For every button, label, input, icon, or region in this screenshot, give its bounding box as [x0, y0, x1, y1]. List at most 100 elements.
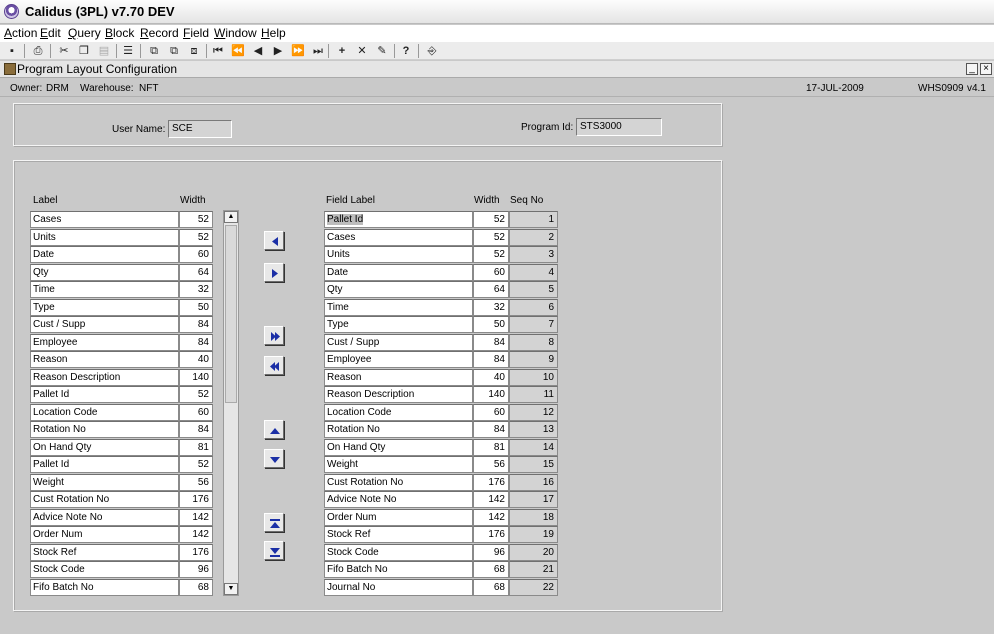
- move-right-button[interactable]: [264, 263, 284, 282]
- available-label-cell[interactable]: Advice Note No: [30, 508, 179, 526]
- selected-width-cell[interactable]: 50: [473, 316, 509, 333]
- save-icon[interactable]: ▪: [4, 43, 20, 59]
- available-width-cell[interactable]: 60: [179, 246, 213, 263]
- previous-block-icon[interactable]: ⏪: [230, 43, 246, 59]
- available-width-cell[interactable]: 68: [179, 578, 213, 596]
- selected-width-cell[interactable]: 142: [473, 508, 509, 526]
- selected-width-cell[interactable]: 32: [473, 298, 509, 316]
- selected-label-cell[interactable]: Units: [324, 246, 473, 263]
- insert-record-icon[interactable]: +: [334, 43, 350, 59]
- available-width-cell[interactable]: 60: [179, 403, 213, 421]
- available-label-cell[interactable]: Reason Description: [30, 368, 179, 386]
- menu-edit[interactable]: Edit: [40, 26, 61, 40]
- first-record-icon[interactable]: ⏮: [210, 43, 226, 59]
- selected-label-cell[interactable]: Journal No: [324, 578, 473, 596]
- selected-label-cell[interactable]: Weight: [324, 456, 473, 473]
- available-label-cell[interactable]: Cust Rotation No: [30, 491, 179, 508]
- cut-icon[interactable]: ✂: [56, 43, 72, 59]
- selected-width-cell[interactable]: 84: [473, 333, 509, 351]
- selected-label-cell[interactable]: Type: [324, 316, 473, 333]
- menu-block[interactable]: Block: [105, 26, 134, 40]
- selected-label-cell[interactable]: Rotation No: [324, 421, 473, 438]
- selected-width-cell[interactable]: 84: [473, 421, 509, 438]
- selected-width-cell[interactable]: 56: [473, 456, 509, 473]
- selected-width-cell[interactable]: 60: [473, 403, 509, 421]
- last-record-icon[interactable]: ⏭: [310, 43, 326, 59]
- available-label-cell[interactable]: On Hand Qty: [30, 438, 179, 456]
- copy-icon[interactable]: ❐: [76, 43, 92, 59]
- help-icon[interactable]: ?: [398, 43, 414, 59]
- selected-width-cell[interactable]: 140: [473, 386, 509, 403]
- available-width-cell[interactable]: 84: [179, 316, 213, 333]
- selected-width-cell[interactable]: 142: [473, 491, 509, 508]
- available-width-cell[interactable]: 140: [179, 368, 213, 386]
- available-label-cell[interactable]: Location Code: [30, 403, 179, 421]
- move-bottom-button[interactable]: [264, 541, 284, 560]
- execute-query-icon[interactable]: ⧉: [166, 43, 182, 59]
- next-record-icon[interactable]: ▶: [270, 43, 286, 59]
- selected-label-cell[interactable]: Pallet Id: [324, 211, 473, 228]
- scroll-down-button[interactable]: ▼: [224, 583, 238, 595]
- selected-label-cell[interactable]: Order Num: [324, 508, 473, 526]
- available-width-cell[interactable]: 52: [179, 228, 213, 246]
- cancel-query-icon[interactable]: ⧈: [186, 43, 202, 59]
- available-width-cell[interactable]: 32: [179, 281, 213, 298]
- available-label-cell[interactable]: Date: [30, 246, 179, 263]
- selected-width-cell[interactable]: 176: [473, 473, 509, 491]
- selected-label-cell[interactable]: Stock Code: [324, 543, 473, 561]
- menu-help[interactable]: Help: [261, 26, 286, 40]
- selected-label-cell[interactable]: Cust Rotation No: [324, 473, 473, 491]
- available-width-cell[interactable]: 96: [179, 561, 213, 578]
- enter-query-icon[interactable]: ⧉: [146, 43, 162, 59]
- menu-action[interactable]: Action: [4, 26, 37, 40]
- print-icon[interactable]: ⎙: [30, 43, 46, 59]
- selected-label-cell[interactable]: Employee: [324, 351, 473, 368]
- available-label-cell[interactable]: Weight: [30, 473, 179, 491]
- available-label-cell[interactable]: Type: [30, 298, 179, 316]
- selected-width-cell[interactable]: 96: [473, 543, 509, 561]
- available-width-cell[interactable]: 176: [179, 543, 213, 561]
- available-width-cell[interactable]: 56: [179, 473, 213, 491]
- exit-icon[interactable]: ⎆: [424, 43, 440, 59]
- delete-record-icon[interactable]: ✕: [354, 43, 370, 59]
- clear-record-icon[interactable]: ✎: [374, 43, 390, 59]
- move-down-button[interactable]: [264, 449, 284, 468]
- selected-width-cell[interactable]: 64: [473, 281, 509, 298]
- available-label-cell[interactable]: Cust / Supp: [30, 316, 179, 333]
- selected-width-cell[interactable]: 81: [473, 438, 509, 456]
- menu-record[interactable]: Record: [140, 26, 179, 40]
- user-name-field[interactable]: SCE: [168, 120, 232, 138]
- available-label-cell[interactable]: Cases: [30, 211, 179, 228]
- list-icon[interactable]: ☰: [120, 43, 136, 59]
- available-label-cell[interactable]: Units: [30, 228, 179, 246]
- available-width-cell[interactable]: 52: [179, 456, 213, 473]
- move-left-button[interactable]: [264, 231, 284, 250]
- available-label-cell[interactable]: Time: [30, 281, 179, 298]
- selected-width-cell[interactable]: 68: [473, 578, 509, 596]
- available-width-cell[interactable]: 50: [179, 298, 213, 316]
- available-label-cell[interactable]: Qty: [30, 263, 179, 281]
- selected-label-cell[interactable]: Reason: [324, 368, 473, 386]
- previous-record-icon[interactable]: ◀: [250, 43, 266, 59]
- paste-icon[interactable]: ▤: [96, 43, 112, 59]
- scroll-up-button[interactable]: ▲: [224, 211, 238, 223]
- available-label-cell[interactable]: Rotation No: [30, 421, 179, 438]
- available-width-cell[interactable]: 84: [179, 333, 213, 351]
- selected-width-cell[interactable]: 68: [473, 561, 509, 578]
- selected-label-cell[interactable]: Location Code: [324, 403, 473, 421]
- available-label-cell[interactable]: Reason: [30, 351, 179, 368]
- scroll-thumb[interactable]: [225, 225, 237, 403]
- next-block-icon[interactable]: ⏩: [290, 43, 306, 59]
- available-label-cell[interactable]: Pallet Id: [30, 456, 179, 473]
- available-width-cell[interactable]: 142: [179, 526, 213, 543]
- available-width-cell[interactable]: 84: [179, 421, 213, 438]
- selected-label-cell[interactable]: Stock Ref: [324, 526, 473, 543]
- available-scrollbar[interactable]: ▲ ▼: [223, 210, 239, 596]
- selected-width-cell[interactable]: 52: [473, 246, 509, 263]
- available-width-cell[interactable]: 40: [179, 351, 213, 368]
- selected-label-cell[interactable]: On Hand Qty: [324, 438, 473, 456]
- selected-width-cell[interactable]: 52: [473, 211, 509, 228]
- program-id-field[interactable]: STS3000: [576, 118, 662, 136]
- move-all-left-button[interactable]: [264, 356, 284, 375]
- selected-label-cell[interactable]: Reason Description: [324, 386, 473, 403]
